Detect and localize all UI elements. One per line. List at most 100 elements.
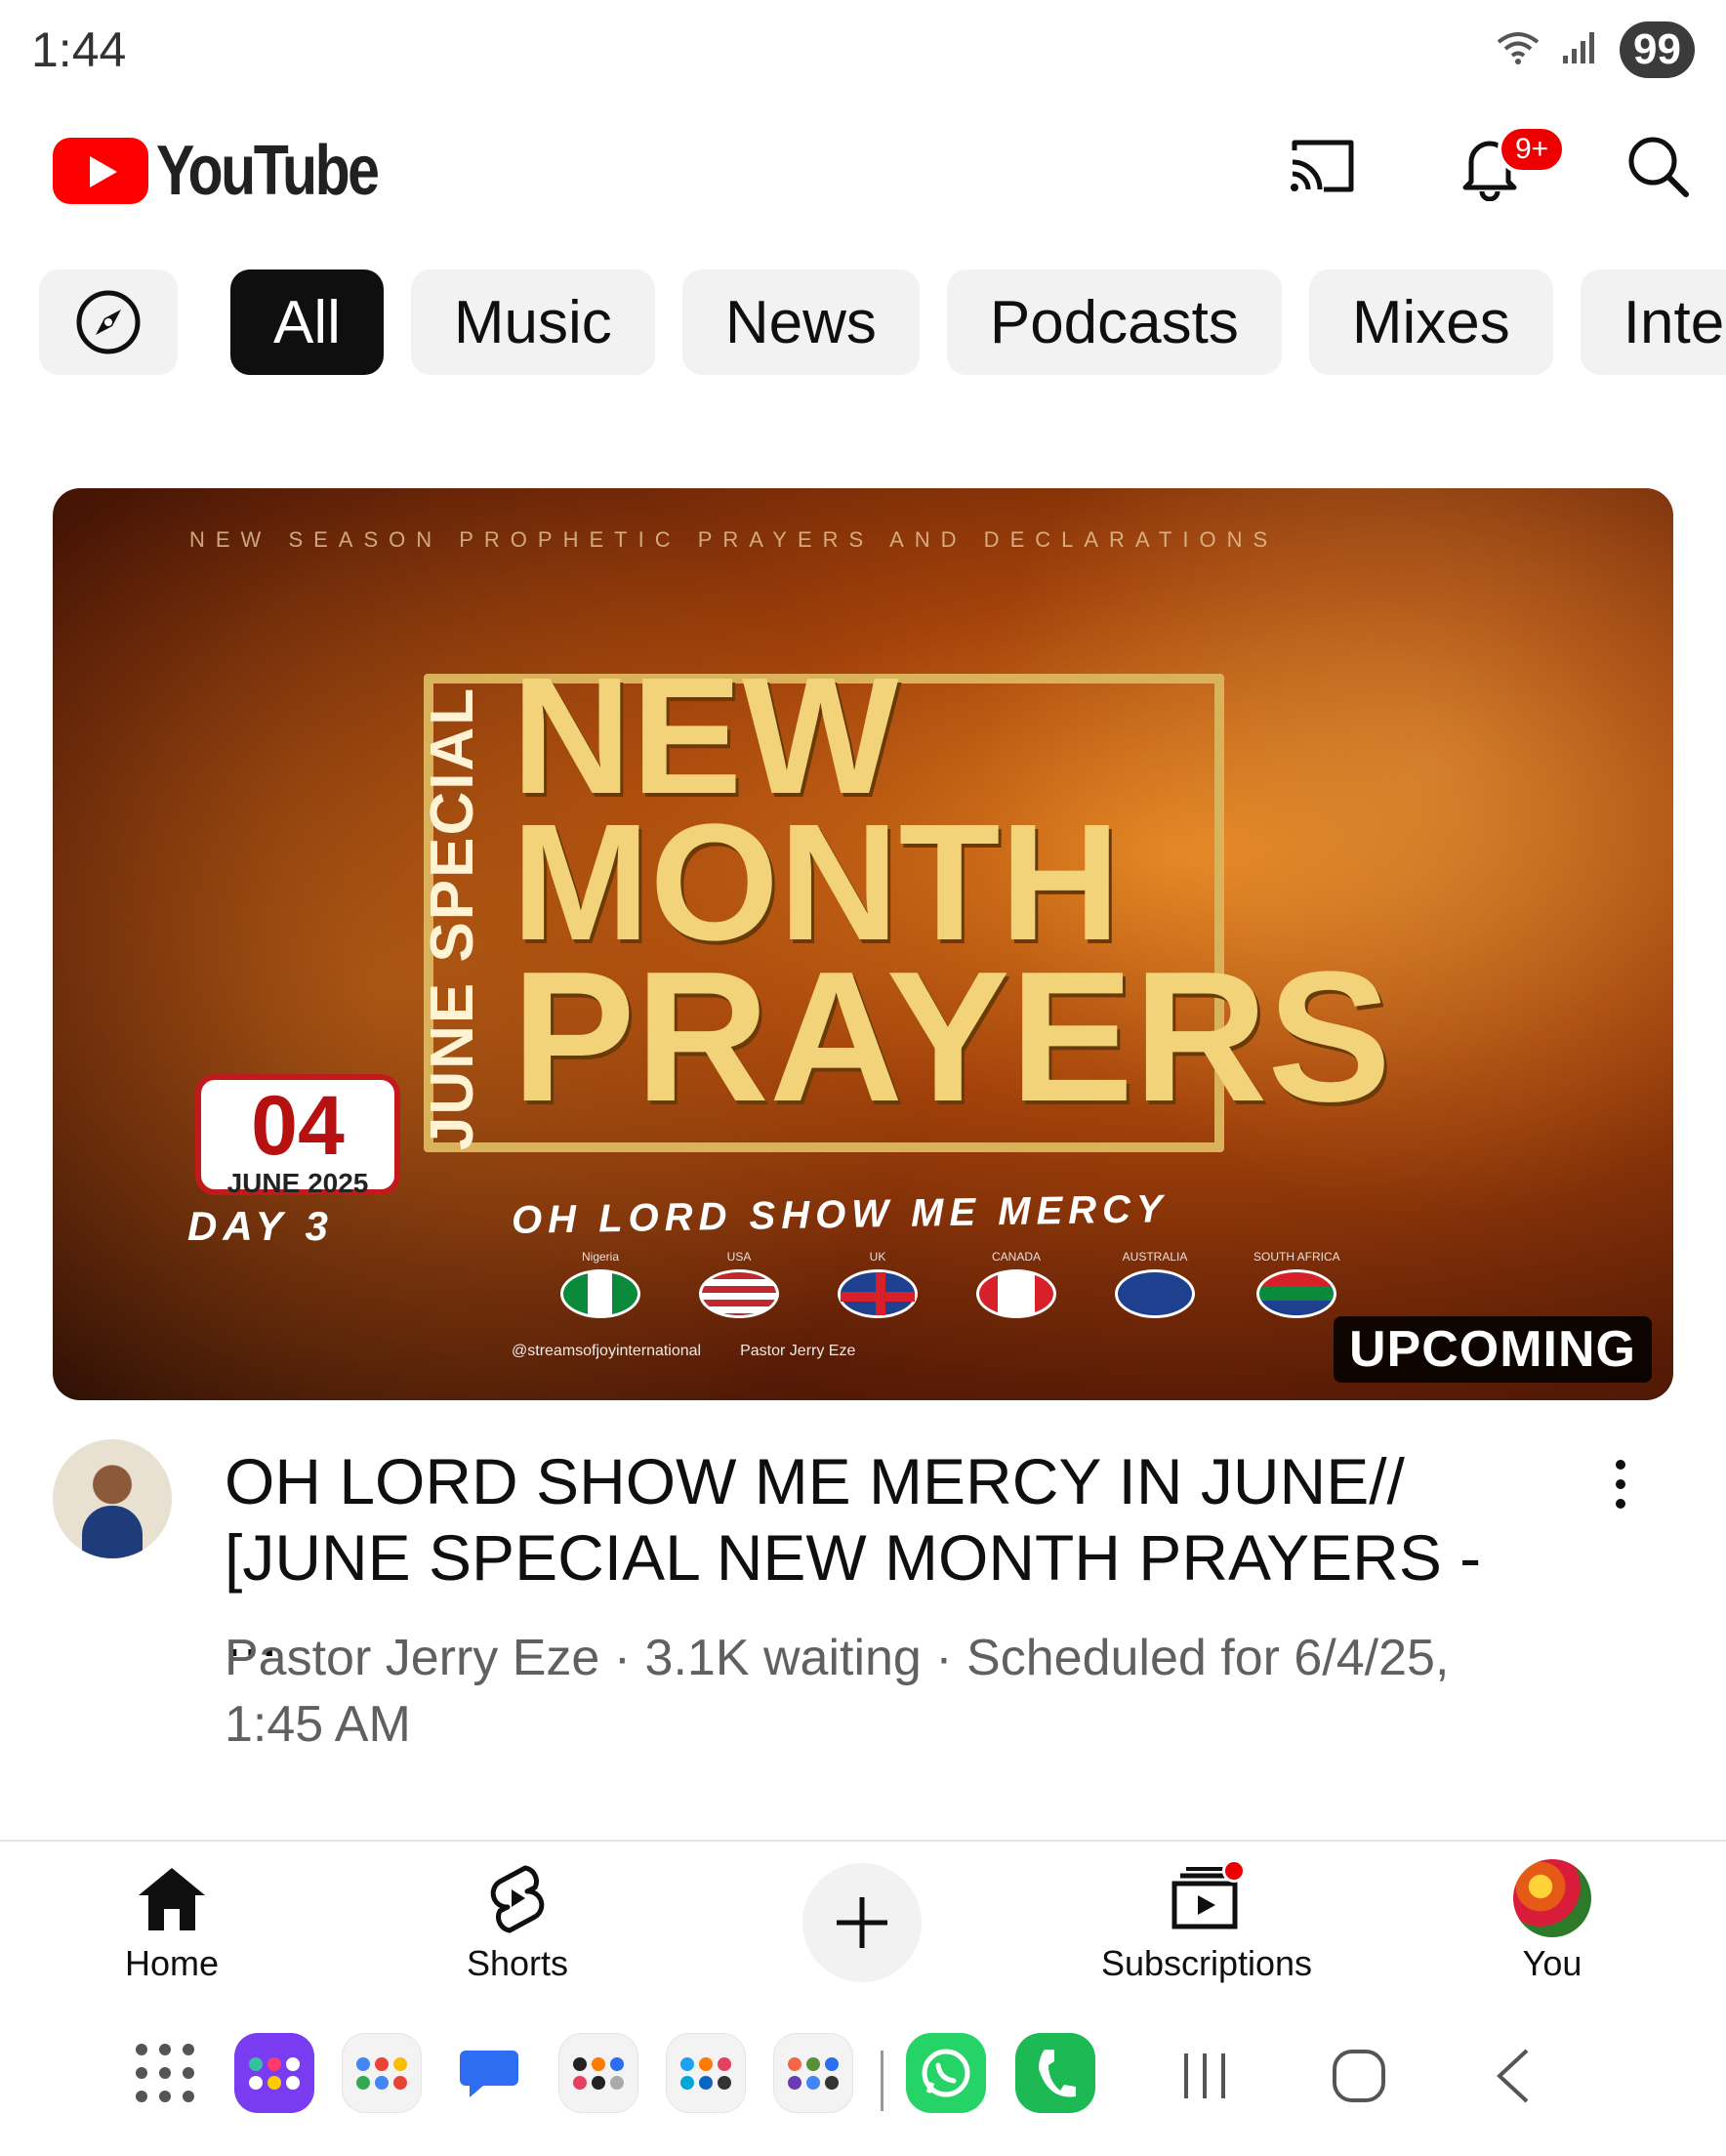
category-chips: All Music News Podcasts Mixes Inter: [39, 270, 1726, 377]
bottom-navigation: Home Shorts Subscriptions You: [0, 1840, 1726, 1996]
notifications-button[interactable]: 9+: [1451, 125, 1567, 205]
folder-icons: [249, 2056, 300, 2090]
search-button[interactable]: [1619, 127, 1697, 205]
video-thumbnail[interactable]: NEW SEASON PROPHETIC PRAYERS AND DECLARA…: [53, 488, 1673, 1400]
nav-shorts-label: Shorts: [466, 1943, 569, 1983]
thumbnail-date-number: 04: [251, 1079, 345, 1173]
chip-podcasts[interactable]: Podcasts: [946, 270, 1282, 375]
wifi-icon: [1495, 28, 1541, 72]
profile-avatar: [1513, 1859, 1591, 1937]
channel-avatar[interactable]: [53, 1439, 172, 1558]
chip-mixes[interactable]: Mixes: [1308, 270, 1553, 375]
usa-flag-icon: [699, 1269, 779, 1318]
flag-item: USA: [699, 1250, 779, 1318]
plus-icon: [837, 1897, 887, 1948]
app-folder-2[interactable]: [558, 2033, 638, 2113]
status-bar: 1:44 99: [0, 0, 1726, 107]
flag-item: AUSTRALIA: [1115, 1250, 1195, 1318]
south-africa-flag-icon: [1256, 1269, 1337, 1318]
subscriptions-new-dot: [1222, 1859, 1246, 1883]
you-avatar-icon: [1513, 1859, 1591, 1937]
app-drawer-icon: [136, 2044, 194, 2102]
flag-item: CANADA: [976, 1250, 1056, 1318]
app-folder-purple[interactable]: [234, 2033, 314, 2113]
flag-item: Nigeria: [560, 1250, 640, 1318]
upcoming-badge: UPCOMING: [1334, 1316, 1652, 1383]
more-dot: [1616, 1460, 1625, 1470]
compass-icon: [76, 290, 141, 354]
dock-separator: [881, 2051, 884, 2111]
recent-apps-button[interactable]: [1166, 2037, 1244, 2115]
flag-name: AUSTRALIA: [1122, 1250, 1188, 1264]
cast-icon: [1291, 140, 1354, 192]
nav-you[interactable]: You: [1406, 1859, 1699, 1984]
nav-home[interactable]: Home: [25, 1859, 318, 1984]
search-icon: [1628, 137, 1689, 197]
video-metadata: Pastor Jerry Eze · 3.1K waiting · Schedu…: [225, 1630, 1450, 1753]
thumbnail-vertical-label: JUNE SPECIAL: [419, 685, 487, 1150]
flag-name: SOUTH AFRICA: [1253, 1250, 1340, 1264]
thumbnail-title-line3: PRAYERS: [512, 933, 1392, 1141]
youtube-play-icon: [53, 138, 148, 204]
folder-icons: [356, 2056, 407, 2090]
flag-name: USA: [726, 1250, 752, 1264]
folder-icons: [680, 2056, 731, 2090]
recents-icon: [1184, 2053, 1225, 2098]
nav-shorts[interactable]: Shorts: [371, 1859, 664, 1984]
thumbnail-title-line1: NEW: [512, 643, 899, 829]
thumbnail-date-month: JUNE 2025: [226, 1168, 369, 1198]
home-system-button[interactable]: [1320, 2037, 1398, 2115]
phone-icon: [1039, 2050, 1076, 2097]
youtube-logo[interactable]: YouTube: [53, 131, 426, 211]
nav-subscriptions-label: Subscriptions: [1100, 1943, 1313, 1983]
header-actions: 9+: [1283, 125, 1697, 205]
flag-item: UK: [838, 1250, 918, 1318]
thumbnail-top-banner: NEW SEASON PROPHETIC PRAYERS AND DECLARA…: [189, 527, 1279, 552]
social-apps-folder[interactable]: [666, 2033, 746, 2113]
more-dot: [1616, 1479, 1625, 1489]
messages-app[interactable]: [449, 2033, 529, 2113]
thumbnail-pastor-name: Pastor Jerry Eze: [740, 1343, 856, 1359]
flag-item: SOUTH AFRICA: [1253, 1250, 1340, 1318]
more-options-button[interactable]: [1601, 1445, 1640, 1523]
thumbnail-title: NEW MONTH PRAYERS: [512, 643, 1392, 1141]
home-square-icon: [1333, 2050, 1385, 2102]
system-dock: [0, 2011, 1726, 2138]
explore-chip[interactable]: [39, 270, 178, 375]
create-button[interactable]: [802, 1863, 922, 1982]
chip-all[interactable]: All: [230, 270, 384, 375]
australia-flag-icon: [1115, 1269, 1195, 1318]
youtube-wordmark: YouTube: [156, 132, 380, 210]
back-chevron-icon: [1497, 2049, 1529, 2103]
thumbnail-day: DAY 3: [187, 1203, 334, 1249]
home-icon: [133, 1859, 211, 1937]
canada-flag-icon: [976, 1269, 1056, 1318]
app-drawer-button[interactable]: [125, 2033, 205, 2113]
chip-music[interactable]: Music: [410, 270, 655, 375]
google-apps-folder[interactable]: [342, 2033, 422, 2113]
thumbnail-date-badge: 04 JUNE 2025: [195, 1074, 400, 1198]
chip-interests[interactable]: Inter: [1580, 270, 1726, 375]
cast-button[interactable]: [1283, 127, 1361, 205]
flag-name: UK: [869, 1250, 886, 1264]
app-folder-3[interactable]: [773, 2033, 853, 2113]
status-time: 1:44: [31, 22, 127, 77]
flag-name: Nigeria: [581, 1250, 619, 1264]
nav-subscriptions[interactable]: Subscriptions: [1060, 1859, 1353, 1984]
chip-news[interactable]: News: [681, 270, 920, 375]
folder-icons: [573, 2056, 624, 2090]
thumbnail-vertical-text: JUNE SPECIAL: [414, 685, 492, 1149]
avatar-figure: [82, 1506, 143, 1558]
chat-bubble-icon: [460, 2051, 518, 2097]
whatsapp-app[interactable]: [906, 2033, 986, 2113]
nav-you-label: You: [1522, 1943, 1582, 1983]
back-button[interactable]: [1474, 2037, 1552, 2115]
nav-home-label: Home: [124, 1943, 220, 1983]
thumbnail-footer: @streamsofjoyinternational Pastor Jerry …: [512, 1343, 855, 1360]
notification-badge: 9+: [1498, 125, 1567, 174]
whatsapp-icon: [922, 2049, 970, 2097]
thumbnail-flags: Nigeria USA UK CANADA AUSTRALIA SOUTH AF…: [560, 1250, 1340, 1318]
thumbnail-handle: @streamsofjoyinternational: [512, 1343, 702, 1359]
phone-app[interactable]: [1015, 2033, 1095, 2113]
signal-icon: [1561, 28, 1600, 72]
